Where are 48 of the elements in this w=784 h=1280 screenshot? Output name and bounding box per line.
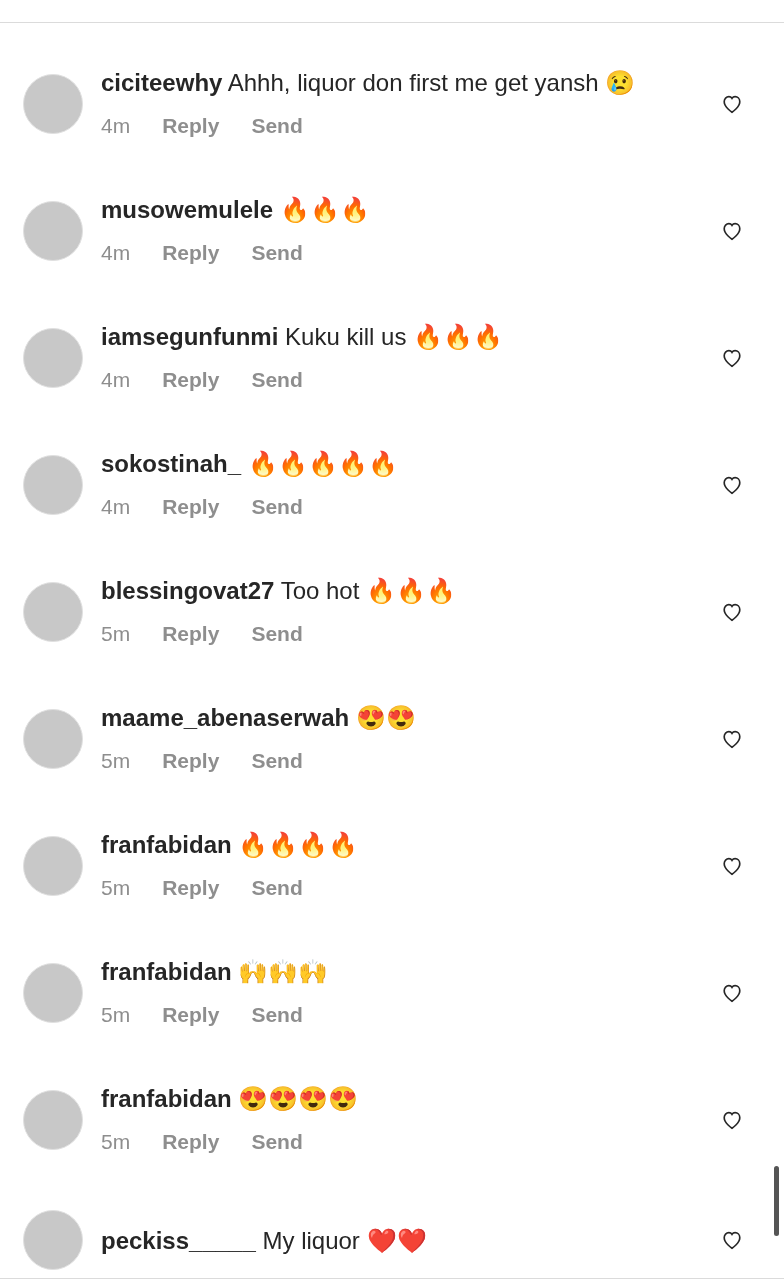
heart-icon[interactable] <box>720 1229 744 1251</box>
heart-icon[interactable] <box>720 93 744 115</box>
comment-text: musowemulele 🔥🔥🔥 <box>101 195 371 225</box>
reply-button[interactable]: Reply <box>162 746 220 776</box>
comment-text: franfabidan 🙌🙌🙌 <box>101 957 330 987</box>
heart-icon[interactable] <box>720 1109 744 1131</box>
comment-text: iamsegunfunmi Kuku kill us 🔥🔥🔥 <box>101 322 505 352</box>
comment-time: 4m <box>101 113 131 139</box>
comment-time: 4m <box>101 367 131 393</box>
send-button[interactable]: Send <box>251 746 303 776</box>
comment-text: sokostinah_ 🔥🔥🔥🔥🔥 <box>101 449 399 479</box>
heart-icon[interactable] <box>720 728 744 750</box>
reply-button[interactable]: Reply <box>162 873 220 903</box>
comment-time: 5m <box>101 875 131 901</box>
comment-text: franfabidan 🔥🔥🔥🔥 <box>101 830 360 860</box>
reply-button[interactable]: Reply <box>162 619 220 649</box>
send-button[interactable]: Send <box>251 1127 303 1157</box>
heart-icon[interactable] <box>720 855 744 877</box>
reply-button[interactable]: Reply <box>162 238 220 268</box>
comment-time: 5m <box>101 1002 131 1028</box>
send-button[interactable]: Send <box>251 873 303 903</box>
reply-button[interactable]: Reply <box>162 365 220 395</box>
reply-button[interactable]: Reply <box>162 1127 220 1157</box>
comment-time: 5m <box>101 1129 131 1155</box>
scrollbar[interactable] <box>774 1166 779 1236</box>
heart-icon[interactable] <box>720 220 744 242</box>
comment-time: 5m <box>101 748 131 774</box>
comment-text: blessingovat27 Too hot 🔥🔥🔥 <box>101 576 458 606</box>
heart-icon[interactable] <box>720 601 744 623</box>
reply-button[interactable]: Reply <box>162 1000 220 1030</box>
send-button[interactable]: Send <box>251 619 303 649</box>
comment-time: 4m <box>101 494 131 520</box>
reply-button[interactable]: Reply <box>162 492 220 522</box>
send-button[interactable]: Send <box>251 365 303 395</box>
heart-icon[interactable] <box>720 347 744 369</box>
comment-text: peckiss_____ My liquor ❤❤ <box>101 1225 428 1256</box>
send-button[interactable]: Send <box>251 111 303 141</box>
heart-icon[interactable] <box>720 982 744 1004</box>
comment-text: ciciteewhy Ahhh, liquor don first me get yansh 😢 <box>101 68 637 98</box>
comment-time: 4m <box>101 240 131 266</box>
comment-text: maame_abenaserwah 😍😍 <box>101 703 417 733</box>
heart-icon[interactable] <box>720 474 744 496</box>
send-button[interactable]: Send <box>251 492 303 522</box>
send-button[interactable]: Send <box>251 1000 303 1030</box>
comment-text: franfabidan 😍😍😍😍 <box>101 1084 360 1114</box>
reply-button[interactable]: Reply <box>162 111 220 141</box>
comment-time: 5m <box>101 621 131 647</box>
send-button[interactable]: Send <box>251 238 303 268</box>
